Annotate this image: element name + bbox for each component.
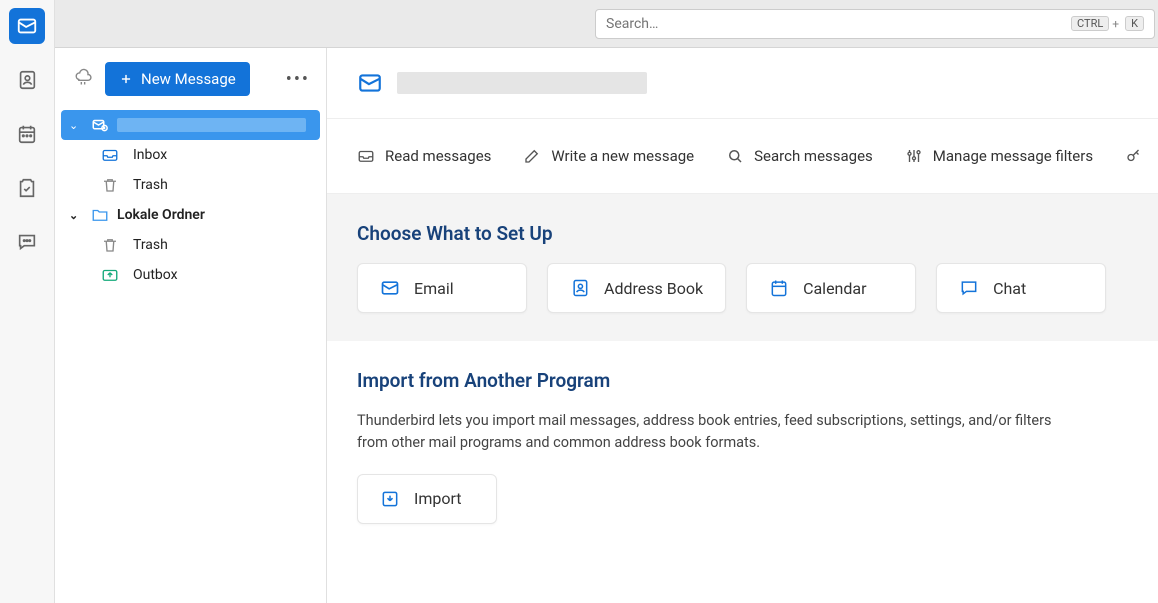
setup-section: Choose What to Set Up Email Address Book… <box>327 194 1158 341</box>
import-button[interactable]: Import <box>357 474 497 524</box>
address-book-space-button[interactable] <box>9 62 45 98</box>
tasks-space-button[interactable] <box>9 170 45 206</box>
import-heading: Import from Another Program <box>357 369 1128 392</box>
card-label: Chat <box>993 279 1026 298</box>
setup-email-card[interactable]: Email <box>357 263 527 313</box>
kbd-k: K <box>1125 16 1144 31</box>
new-message-button[interactable]: New Message <box>105 62 250 96</box>
global-search-box[interactable]: CTRL + K <box>595 9 1155 39</box>
account-row[interactable]: ⌄ <box>61 110 320 140</box>
mail-space-button[interactable] <box>9 8 45 44</box>
account-name-redacted <box>117 118 306 132</box>
account-email-redacted <box>397 72 647 94</box>
folder-label: Trash <box>133 177 168 193</box>
trash-icon <box>101 176 119 194</box>
chevron-down-icon: ⌄ <box>69 119 83 132</box>
folder-label: Lokale Ordner <box>117 207 205 223</box>
spaces-toolbar <box>0 0 55 603</box>
import-label: Import <box>414 489 462 508</box>
import-description: Thunderbird lets you import mail message… <box>357 410 1077 454</box>
new-message-label: New Message <box>141 70 236 88</box>
action-label: Manage message filters <box>933 147 1093 165</box>
local-folders-row[interactable]: ⌄ Lokale Ordner <box>55 200 326 230</box>
search-input[interactable] <box>606 16 1068 32</box>
folder-trash[interactable]: Trash <box>55 170 326 200</box>
encryption-action[interactable] <box>1125 147 1143 165</box>
outbox-icon <box>101 266 119 284</box>
mail-icon <box>357 70 383 96</box>
setup-addressbook-card[interactable]: Address Book <box>547 263 726 313</box>
setup-heading: Choose What to Set Up <box>357 222 1128 245</box>
folder-pane: New Message ••• ⌄ Inbox Trash <box>55 48 327 603</box>
write-message-action[interactable]: Write a new message <box>523 147 694 165</box>
setup-chat-card[interactable]: Chat <box>936 263 1106 313</box>
folder-label: Inbox <box>133 147 167 163</box>
folder-label: Outbox <box>133 267 178 283</box>
card-label: Address Book <box>604 279 703 298</box>
setup-card-row: Email Address Book Calendar Chat <box>357 263 1128 313</box>
card-label: Email <box>414 279 454 298</box>
card-label: Calendar <box>803 279 866 298</box>
folder-inbox[interactable]: Inbox <box>55 140 326 170</box>
quick-actions-row: Read messages Write a new message Search… <box>327 119 1158 194</box>
folder-label: Trash <box>133 237 168 253</box>
read-messages-action[interactable]: Read messages <box>357 147 491 165</box>
main-content: Read messages Write a new message Search… <box>327 48 1158 603</box>
action-label: Read messages <box>385 147 491 165</box>
chevron-down-icon: ⌄ <box>69 209 83 222</box>
action-label: Write a new message <box>551 147 694 165</box>
calendar-space-button[interactable] <box>9 116 45 152</box>
folder-more-button[interactable]: ••• <box>282 69 314 90</box>
mail-account-icon <box>91 116 109 134</box>
title-bar: CTRL + K <box>55 0 1158 48</box>
kbd-plus: + <box>1112 17 1119 31</box>
folder-toolbar: New Message ••• <box>55 62 326 110</box>
kbd-ctrl: CTRL <box>1071 16 1109 31</box>
manage-filters-action[interactable]: Manage message filters <box>905 147 1093 165</box>
account-header <box>327 48 1158 119</box>
get-messages-icon[interactable] <box>73 67 93 91</box>
chat-space-button[interactable] <box>9 224 45 260</box>
folder-outbox[interactable]: Outbox <box>55 260 326 290</box>
local-trash[interactable]: Trash <box>55 230 326 260</box>
import-section: Import from Another Program Thunderbird … <box>327 341 1158 552</box>
setup-calendar-card[interactable]: Calendar <box>746 263 916 313</box>
folder-icon <box>91 206 109 224</box>
search-messages-action[interactable]: Search messages <box>726 147 873 165</box>
action-label: Search messages <box>754 147 873 165</box>
trash-icon <box>101 236 119 254</box>
inbox-icon <box>101 146 119 164</box>
